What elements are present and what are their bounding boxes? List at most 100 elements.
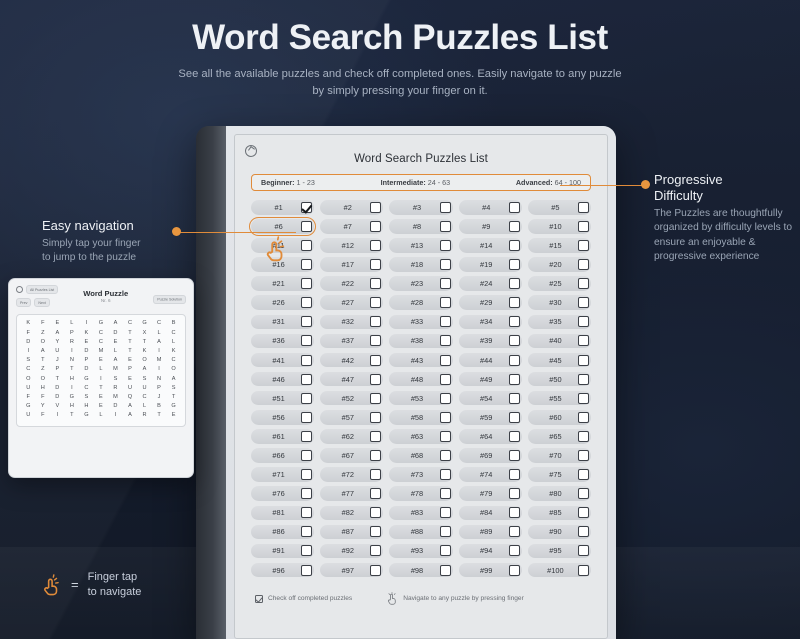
puzzle-item[interactable]: #48 bbox=[389, 371, 453, 387]
letter-cell[interactable]: V bbox=[51, 403, 63, 409]
puzzle-item-checkbox[interactable] bbox=[301, 201, 313, 213]
letter-cell[interactable]: T bbox=[168, 394, 180, 400]
puzzle-item-checkbox[interactable] bbox=[508, 297, 520, 309]
letter-cell[interactable]: S bbox=[139, 376, 151, 382]
letter-cell[interactable]: J bbox=[153, 394, 165, 400]
letter-cell[interactable]: P bbox=[51, 366, 63, 372]
puzzle-item-checkbox[interactable] bbox=[439, 278, 451, 290]
puzzle-item[interactable]: #21 bbox=[251, 276, 315, 291]
puzzle-item[interactable]: #1 bbox=[251, 200, 315, 215]
puzzle-item[interactable]: #22 bbox=[320, 276, 384, 291]
puzzle-item-checkbox[interactable] bbox=[578, 411, 589, 423]
puzzle-item-checkbox[interactable] bbox=[370, 335, 382, 347]
letter-cell[interactable]: E bbox=[124, 357, 136, 363]
letter-cell[interactable]: O bbox=[37, 339, 49, 345]
letter-cell[interactable]: O bbox=[168, 366, 180, 372]
letter-cell[interactable]: O bbox=[139, 357, 151, 363]
puzzle-item-checkbox[interactable] bbox=[301, 430, 313, 442]
puzzle-item-checkbox[interactable] bbox=[301, 259, 313, 271]
puzzle-item-checkbox[interactable] bbox=[508, 354, 520, 366]
letter-cell[interactable]: L bbox=[168, 339, 180, 345]
puzzle-item[interactable]: #83 bbox=[389, 505, 453, 520]
puzzle-item[interactable]: #24 bbox=[458, 276, 522, 291]
puzzle-item[interactable]: #9 bbox=[458, 219, 522, 234]
letter-cell[interactable]: D bbox=[51, 394, 63, 400]
puzzle-item-checkbox[interactable] bbox=[578, 545, 589, 557]
puzzle-item-checkbox[interactable] bbox=[439, 507, 451, 519]
puzzle-item[interactable]: #76 bbox=[251, 486, 315, 501]
letter-cell[interactable]: S bbox=[80, 394, 92, 400]
puzzle-item[interactable]: #42 bbox=[320, 352, 384, 368]
puzzle-item[interactable]: #20 bbox=[527, 257, 591, 272]
prev-puzzle-chip[interactable]: Prev bbox=[16, 298, 32, 308]
puzzle-item-checkbox[interactable] bbox=[439, 392, 451, 404]
letter-cell[interactable]: C bbox=[80, 385, 92, 391]
puzzle-item-checkbox[interactable] bbox=[508, 239, 520, 251]
puzzle-item-checkbox[interactable] bbox=[301, 316, 313, 328]
puzzle-item[interactable]: #56 bbox=[251, 410, 315, 425]
puzzle-item-checkbox[interactable] bbox=[301, 545, 313, 557]
letter-cell[interactable]: H bbox=[66, 403, 78, 409]
puzzle-item[interactable]: #37 bbox=[320, 333, 384, 349]
letter-cell[interactable]: D bbox=[22, 339, 34, 345]
letter-cell[interactable]: T bbox=[95, 385, 107, 391]
puzzle-item-checkbox[interactable] bbox=[508, 259, 520, 271]
letter-cell[interactable]: C bbox=[153, 320, 165, 326]
puzzle-item-checkbox[interactable] bbox=[508, 373, 520, 385]
puzzle-item-checkbox[interactable] bbox=[508, 220, 520, 232]
puzzle-item[interactable]: #84 bbox=[458, 505, 522, 520]
letter-cell[interactable]: F bbox=[37, 394, 49, 400]
letter-cell[interactable]: C bbox=[22, 366, 34, 372]
letter-cell[interactable]: A bbox=[124, 412, 136, 418]
letter-cell[interactable]: J bbox=[51, 357, 63, 363]
puzzle-item-checkbox[interactable] bbox=[370, 239, 382, 251]
puzzle-item[interactable]: #2 bbox=[320, 200, 384, 215]
puzzle-item-checkbox[interactable] bbox=[578, 239, 589, 251]
puzzle-item-checkbox[interactable] bbox=[578, 449, 589, 461]
letter-cell[interactable]: C bbox=[95, 330, 107, 336]
letter-cell[interactable]: K bbox=[139, 348, 151, 354]
letter-cell[interactable]: I bbox=[66, 348, 78, 354]
puzzle-item-checkbox[interactable] bbox=[301, 392, 313, 404]
puzzle-item-checkbox[interactable] bbox=[370, 297, 382, 309]
puzzle-item[interactable]: #19 bbox=[458, 257, 522, 272]
letter-cell[interactable]: E bbox=[109, 339, 121, 345]
letter-cell[interactable]: R bbox=[109, 385, 121, 391]
letter-cell[interactable]: P bbox=[66, 330, 78, 336]
puzzle-item-checkbox[interactable] bbox=[301, 373, 313, 385]
puzzle-item-checkbox[interactable] bbox=[301, 297, 313, 309]
puzzle-item-checkbox[interactable] bbox=[370, 449, 382, 461]
letter-cell[interactable]: I bbox=[153, 348, 165, 354]
puzzle-item[interactable]: #91 bbox=[251, 543, 315, 559]
puzzle-item[interactable]: #13 bbox=[389, 238, 453, 253]
letter-cell[interactable]: R bbox=[139, 412, 151, 418]
puzzle-item-checkbox[interactable] bbox=[370, 526, 382, 538]
puzzle-item-checkbox[interactable] bbox=[508, 526, 520, 538]
puzzle-item[interactable]: #44 bbox=[458, 352, 522, 368]
letter-cell[interactable]: S bbox=[22, 357, 34, 363]
puzzle-item[interactable]: #82 bbox=[320, 505, 384, 520]
puzzle-item-checkbox[interactable] bbox=[508, 430, 520, 442]
letter-cell[interactable]: D bbox=[109, 330, 121, 336]
puzzle-item-checkbox[interactable] bbox=[578, 430, 589, 442]
puzzle-item[interactable]: #17 bbox=[320, 257, 384, 272]
letter-cell[interactable]: P bbox=[80, 357, 92, 363]
letter-cell[interactable]: Z bbox=[37, 330, 49, 336]
puzzle-item-checkbox[interactable] bbox=[439, 354, 451, 366]
letter-cell[interactable]: U bbox=[139, 385, 151, 391]
puzzle-item[interactable]: #92 bbox=[320, 543, 384, 559]
puzzle-item-checkbox[interactable] bbox=[301, 526, 313, 538]
puzzle-item-checkbox[interactable] bbox=[301, 449, 313, 461]
puzzle-item-checkbox[interactable] bbox=[439, 316, 451, 328]
letter-cell[interactable]: Q bbox=[124, 394, 136, 400]
letter-cell[interactable]: K bbox=[168, 348, 180, 354]
puzzle-item[interactable]: #74 bbox=[458, 467, 522, 482]
puzzle-item-checkbox[interactable] bbox=[439, 239, 451, 251]
puzzle-item-checkbox[interactable] bbox=[370, 392, 382, 404]
letter-cell[interactable]: Y bbox=[37, 403, 49, 409]
puzzle-item[interactable]: #23 bbox=[389, 276, 453, 291]
puzzle-item[interactable]: #27 bbox=[320, 295, 384, 310]
letter-cell[interactable]: G bbox=[168, 403, 180, 409]
puzzle-item[interactable]: #25 bbox=[527, 276, 591, 291]
letter-cell[interactable]: Y bbox=[51, 339, 63, 345]
